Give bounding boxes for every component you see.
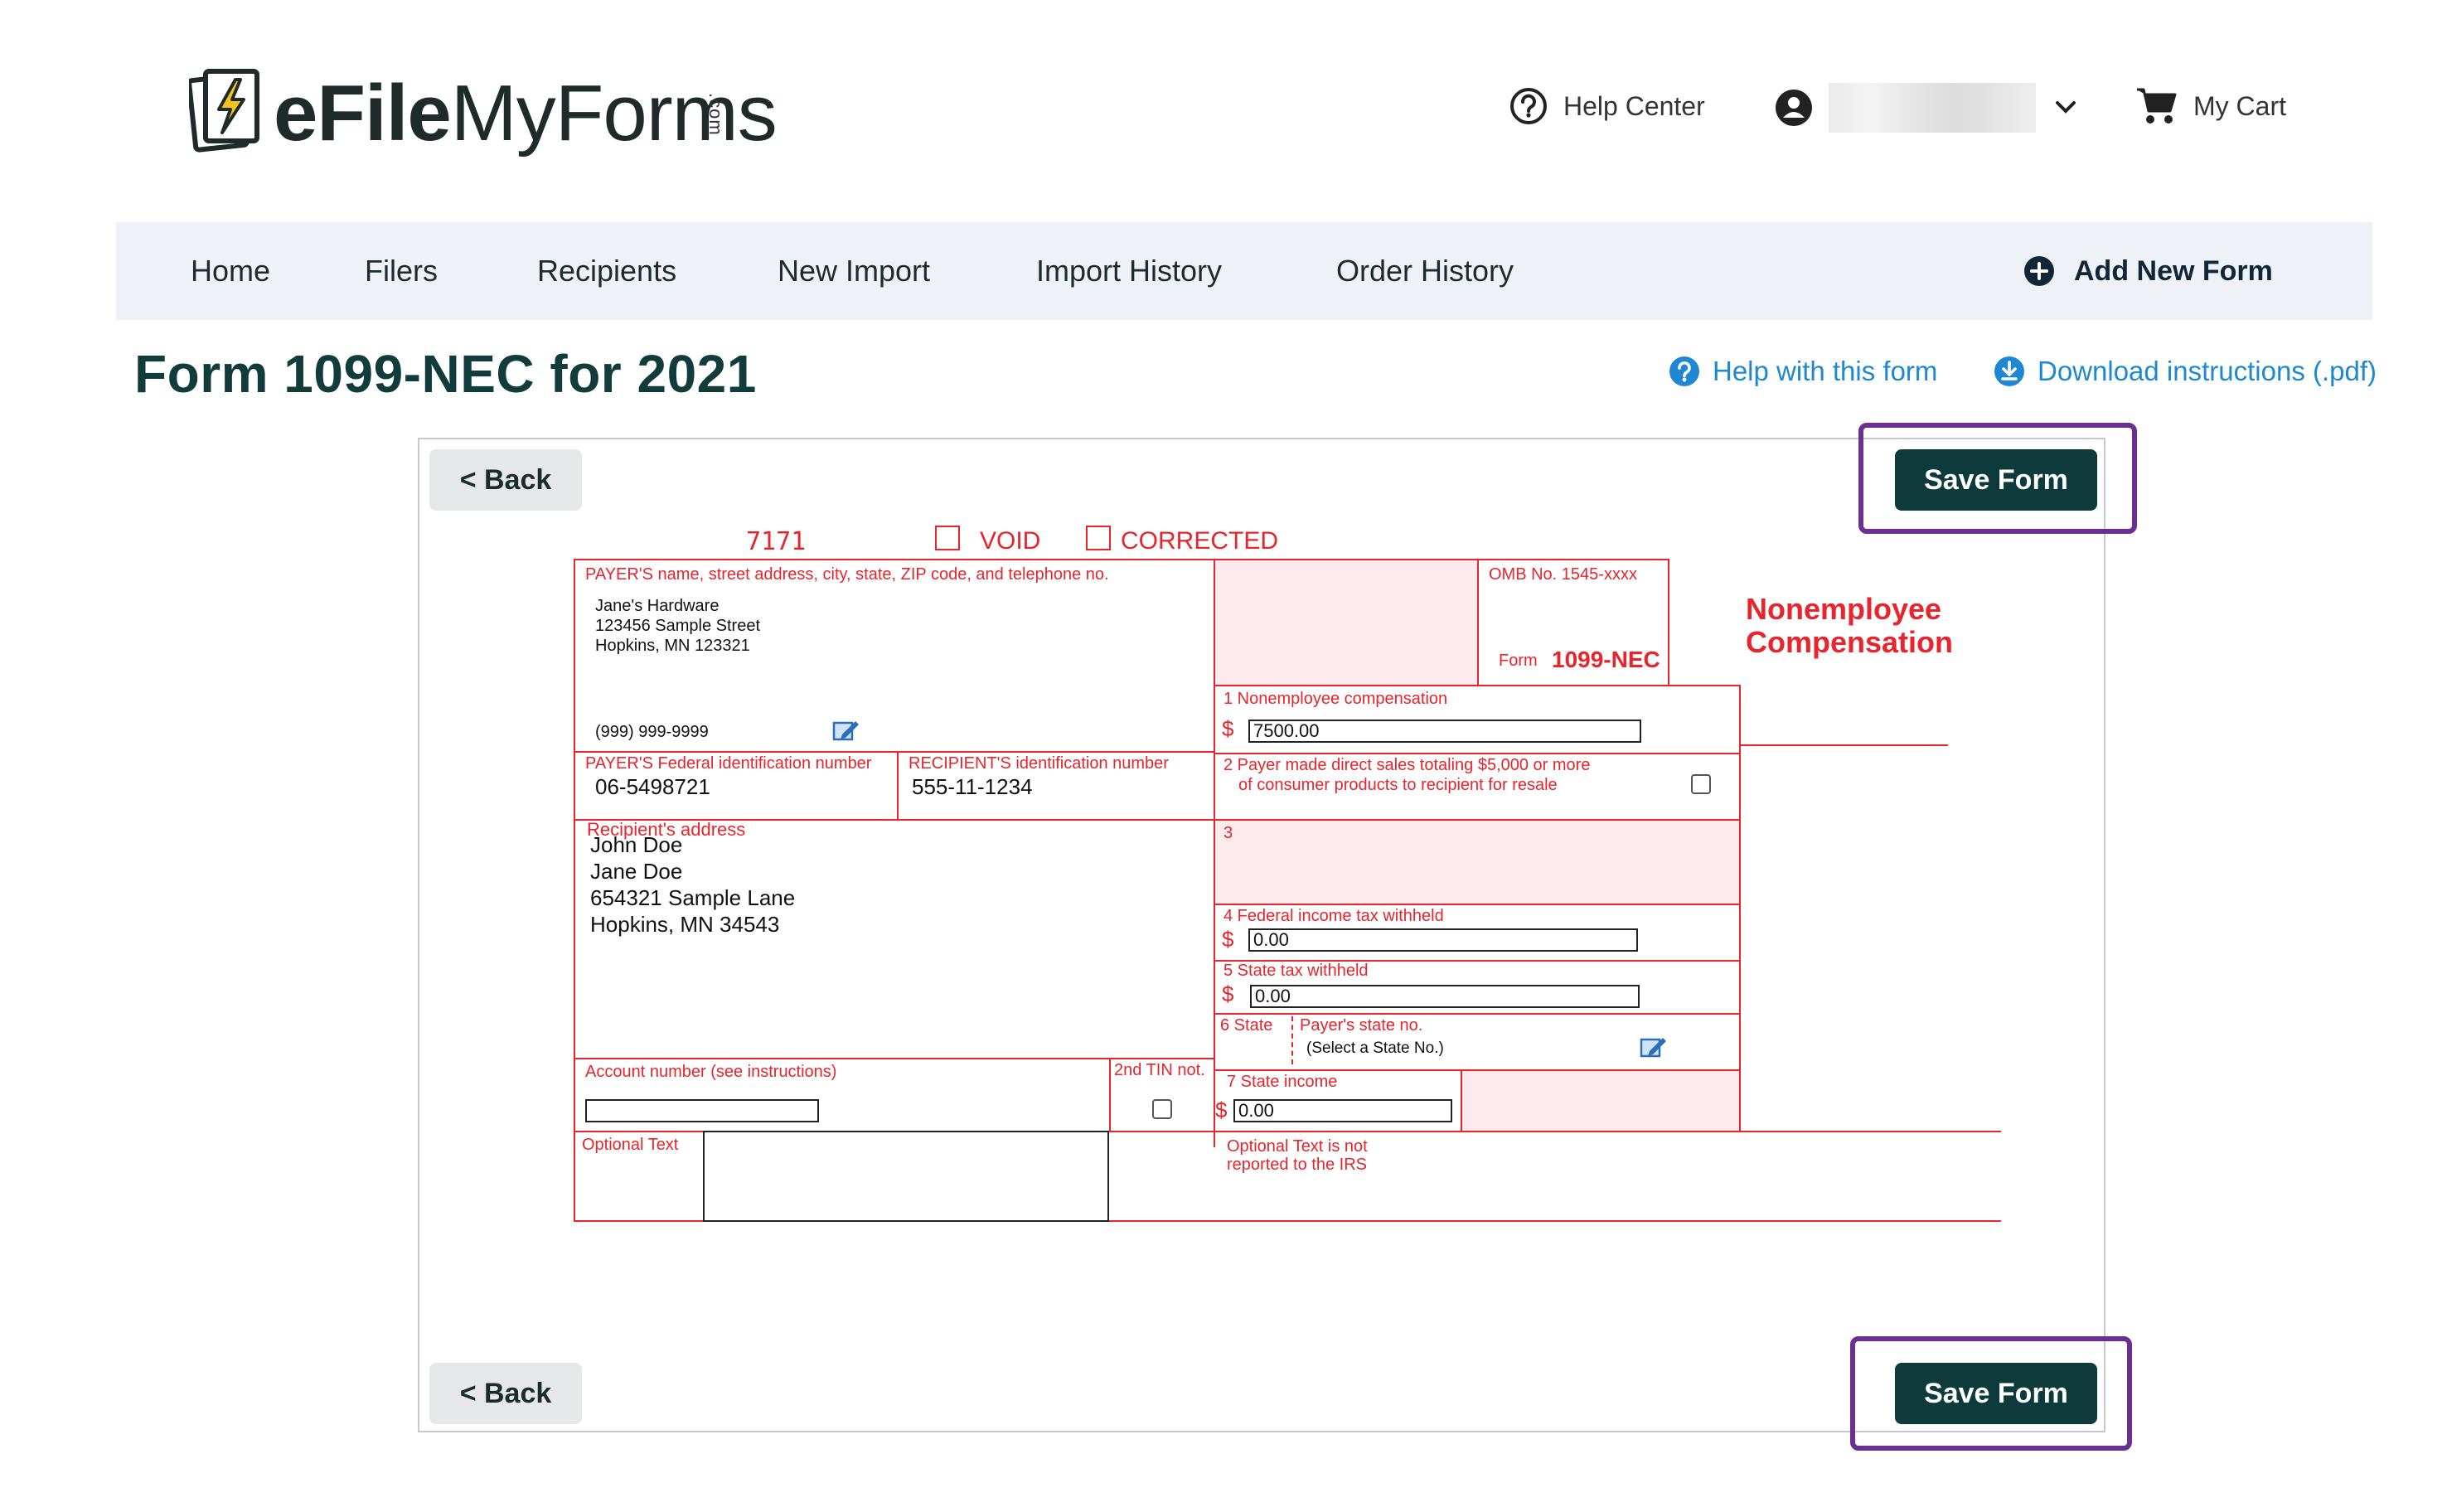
payer-name: Jane's Hardware <box>595 597 720 615</box>
box-2-label-1: 2 Payer made direct sales totaling $5,00… <box>1224 756 1591 774</box>
recipient-tin-label: RECIPIENT'S identification number <box>909 754 1169 773</box>
omb-number: OMB No. 1545-xxxx <box>1489 565 1637 584</box>
box-6-label: 6 State <box>1220 1016 1273 1035</box>
box-6-select-state[interactable]: (Select a State No.) <box>1306 1040 1444 1058</box>
form-title-line-1: Nonemployee <box>1746 592 1942 626</box>
corrected-checkbox[interactable] <box>1086 526 1111 550</box>
box-7-input[interactable]: 0.00 <box>1233 1099 1452 1122</box>
main-nav: Home Filers Recipients New Import Import… <box>116 222 2372 320</box>
box-3-label: 3 <box>1224 824 1233 842</box>
form-code: 7171 <box>746 527 807 556</box>
form-prefix: Form <box>1499 652 1538 670</box>
box-4-input[interactable]: 0.00 <box>1248 928 1638 952</box>
recipient-tin-value: 555-11-1234 <box>912 774 1033 799</box>
optional-note-1: Optional Text is not <box>1227 1137 1368 1156</box>
optional-text-label: Optional Text <box>582 1136 679 1154</box>
box-6-divider <box>1291 1016 1293 1064</box>
recipient-line-2: Jane Doe <box>590 859 683 884</box>
edit-payer-icon[interactable] <box>832 718 860 743</box>
edit-state-icon[interactable] <box>1640 1035 1668 1059</box>
box-4-label: 4 Federal income tax withheld <box>1224 907 1444 925</box>
optional-note-2: reported to the IRS <box>1227 1156 1367 1174</box>
logo-icon <box>187 66 262 153</box>
rule-line <box>1739 744 1948 746</box>
back-button-bottom[interactable]: < Back <box>429 1363 582 1424</box>
account-input[interactable] <box>585 1099 819 1122</box>
logo-wordmark[interactable]: eFileMyForms <box>274 68 778 159</box>
help-with-form-label: Help with this form <box>1713 356 1938 386</box>
box-7-label: 7 State income <box>1227 1073 1338 1091</box>
tin-not-checkbox[interactable] <box>1152 1099 1172 1119</box>
user-name-redacted <box>1829 83 2036 133</box>
optional-divider <box>1214 1131 1215 1147</box>
box-1-dollar: $ <box>1222 716 1234 741</box>
download-icon <box>1994 356 2024 386</box>
payer-tin-value: 06-5498721 <box>595 774 710 799</box>
download-instructions-label: Download instructions (.pdf) <box>2038 356 2377 386</box>
top-middle-box <box>1214 559 1479 686</box>
logo-suffix: .com <box>705 93 726 136</box>
tin-not-label: 2nd TIN not. <box>1114 1061 1205 1079</box>
form-name: 1099-NEC <box>1552 647 1660 672</box>
box-5-input[interactable]: 0.00 <box>1250 985 1640 1008</box>
account-label: Account number (see instructions) <box>585 1063 837 1081</box>
nav-home[interactable]: Home <box>191 222 270 320</box>
nav-filers[interactable]: Filers <box>365 222 438 320</box>
box-4-dollar: $ <box>1222 927 1234 952</box>
chevron-down-icon[interactable] <box>2051 93 2081 123</box>
help-circle-icon <box>1669 356 1699 386</box>
nav-import-history[interactable]: Import History <box>1036 222 1222 320</box>
payer-label: PAYER'S name, street address, city, stat… <box>585 565 1109 584</box>
box-1-input[interactable]: 7500.00 <box>1248 720 1641 743</box>
help-center-label: Help Center <box>1563 90 1705 121</box>
cart-icon <box>2137 88 2177 124</box>
optional-text-input[interactable] <box>703 1131 1109 1222</box>
box-7-pink <box>1461 1069 1741 1132</box>
void-checkbox[interactable] <box>935 526 960 550</box>
logo-bold: eFile <box>274 69 452 158</box>
save-form-button-top[interactable]: Save Form <box>1895 449 2097 511</box>
box-7-dollar: $ <box>1215 1098 1228 1122</box>
box-2-label-2: of consumer products to recipient for re… <box>1238 776 1558 794</box>
nav-recipients[interactable]: Recipients <box>537 222 676 320</box>
recipient-line-1: John Doe <box>590 832 683 857</box>
cart-link[interactable]: My Cart <box>2135 86 2286 126</box>
box-5-dollar: $ <box>1222 981 1234 1006</box>
form-panel: < Back Save Form 7171 VOID CORRECTED PAY… <box>418 423 2137 1451</box>
payer-phone: (999) 999-9999 <box>595 723 709 741</box>
question-circle-icon <box>1510 88 1547 124</box>
add-new-form-label: Add New Form <box>2074 254 2273 287</box>
logo-light: MyForms <box>450 69 778 158</box>
add-new-form-button[interactable]: Add New Form <box>2023 222 2273 320</box>
recipient-line-4: Hopkins, MN 34543 <box>590 912 780 937</box>
back-button-top[interactable]: < Back <box>429 449 582 511</box>
corrected-label: CORRECTED <box>1121 527 1279 555</box>
box-2-checkbox[interactable] <box>1691 774 1711 794</box>
page-title: Form 1099-NEC for 2021 <box>134 344 757 404</box>
box-5-label: 5 State tax withheld <box>1224 962 1369 980</box>
payer-street: 123456 Sample Street <box>595 617 761 635</box>
nav-new-import[interactable]: New Import <box>778 222 930 320</box>
cart-label: My Cart <box>2193 90 2286 121</box>
box-6-payer-state-label: Payer's state no. <box>1300 1016 1423 1035</box>
recipient-line-3: 654321 Sample Lane <box>590 885 796 910</box>
payer-city: Hopkins, MN 123321 <box>595 637 750 655</box>
help-with-form-link[interactable]: Help with this form <box>1668 355 1937 388</box>
plus-circle-icon <box>2024 256 2054 286</box>
box-1-label: 1 Nonemployee compensation <box>1224 690 1448 708</box>
user-icon <box>1776 90 1812 126</box>
box-3 <box>1214 819 1741 905</box>
form-title-line-2: Compensation <box>1746 625 1954 659</box>
user-menu[interactable] <box>1774 83 2081 133</box>
help-center-link[interactable]: Help Center <box>1509 86 1705 126</box>
download-instructions-link[interactable]: Download instructions (.pdf) <box>1993 355 2377 388</box>
save-form-button-bottom[interactable]: Save Form <box>1895 1363 2097 1424</box>
payer-tin-label: PAYER'S Federal identification number <box>585 754 872 773</box>
nav-order-history[interactable]: Order History <box>1336 222 1514 320</box>
void-label: VOID <box>980 527 1041 555</box>
